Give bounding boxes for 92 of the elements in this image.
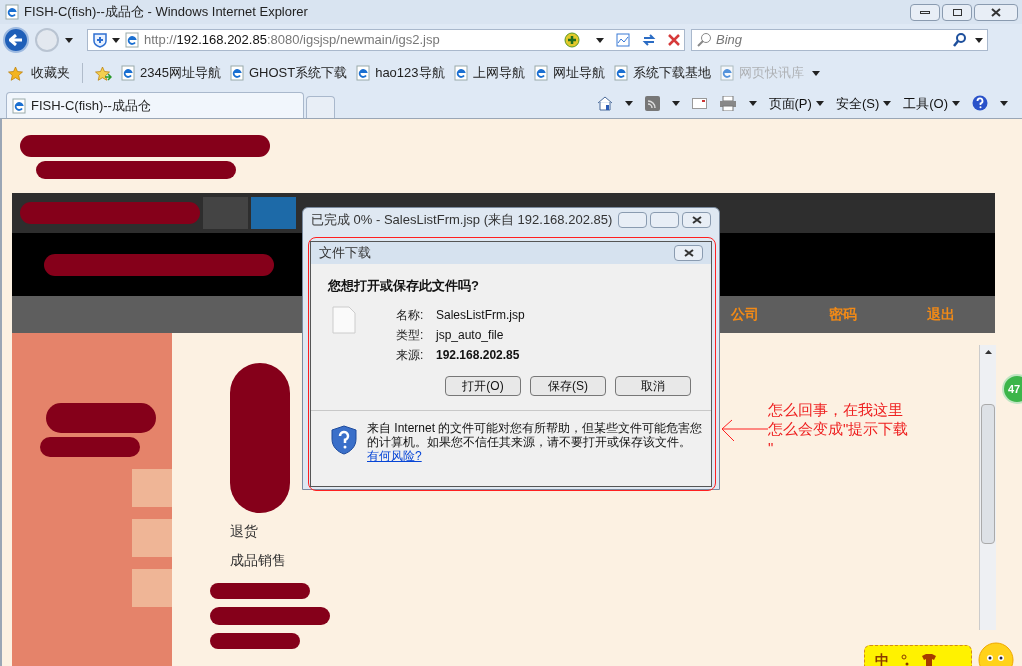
print-icon: [718, 95, 737, 111]
browser-page-icon: [612, 65, 629, 81]
browser-page-icon: [452, 65, 469, 81]
help-icon: [972, 95, 988, 112]
dialog-button[interactable]: 打开(O): [445, 375, 521, 396]
field-label: 类型:: [396, 326, 425, 344]
scroll-up-arrow-icon: [984, 350, 992, 354]
restore-button[interactable]: [942, 3, 972, 21]
favorite-link[interactable]: 2345网址导航: [120, 63, 221, 83]
search-icon: [953, 33, 967, 47]
caret-icon: [112, 37, 120, 43]
close-button[interactable]: [682, 212, 711, 228]
address-field[interactable]: http://192.168.202.85:8080/igsjsp/newmain/igs2.jsp: [87, 29, 685, 51]
annotation-text: ": [768, 438, 775, 457]
browser-page-icon: [124, 32, 140, 48]
field-label: 来源:: [396, 346, 425, 364]
close-button[interactable]: [674, 245, 703, 261]
close-button[interactable]: [974, 3, 1018, 21]
browser-page-icon: [228, 65, 245, 81]
field-value: 192.168.202.85: [436, 346, 520, 364]
caret-icon: [748, 100, 757, 106]
address-url: http://192.168.202.85:8080/igsjsp/newmain/igs2.jsp: [144, 31, 440, 50]
favorites-button[interactable]: 收藏夹: [31, 63, 70, 83]
caret-icon: [815, 100, 824, 106]
close-icon: [683, 249, 694, 257]
caret-icon: [671, 100, 680, 106]
favorite-link[interactable]: 网址导航: [532, 63, 605, 83]
shield-plus-icon: [92, 32, 108, 48]
minimize-button[interactable]: [910, 3, 940, 21]
caret-icon: [596, 37, 604, 43]
command-menu[interactable]: 安全(S): [835, 93, 892, 113]
command-menu[interactable]: 页面(P): [768, 93, 824, 113]
plus-badge-icon: [564, 32, 580, 48]
browser-tab[interactable]: FISH-C(fish)--成品仓: [6, 92, 304, 118]
menu-link[interactable]: 成品销售: [230, 550, 979, 571]
home-icon: [596, 95, 613, 112]
favorite-link[interactable]: 上网导航: [452, 63, 525, 83]
favorite-link[interactable]: GHOST系统下载: [228, 63, 348, 83]
compatibility-icon: [616, 33, 630, 47]
warning-text: 来自 Internet 的文件可能对您有所帮助，但某些文件可能危害您的计算机。如果您不信任其来源，请不要打开或保存该文件。 有何风险?: [367, 420, 704, 463]
field-value: SalesListFrm.jsp: [436, 306, 525, 324]
favorite-link[interactable]: hao123导航: [355, 63, 445, 83]
browser-page-icon: [355, 65, 372, 81]
shield-help-icon: [331, 424, 357, 455]
command-menu[interactable]: 工具(O): [903, 93, 960, 113]
annotation-text: 怎么会变成"提示下载: [768, 419, 909, 438]
back-button[interactable]: [3, 27, 29, 53]
dialog-question: 您想打开或保存此文件吗?: [328, 277, 480, 295]
floating-toolbar[interactable]: 中: [864, 645, 972, 666]
search-field[interactable]: Bing: [691, 29, 988, 51]
caret-icon: [624, 100, 633, 106]
stripe-decoration: [132, 569, 172, 607]
browser-page-icon: [120, 65, 136, 81]
search-icon: [696, 32, 712, 48]
back-arrow-icon: [9, 34, 23, 46]
browser-page-icon: [532, 65, 549, 81]
feed-icon: [644, 95, 660, 111]
caret-icon: [883, 100, 892, 106]
browser-page-icon: [4, 4, 20, 20]
dialog-button[interactable]: 保存(S): [530, 375, 606, 396]
shirt-icon: [921, 653, 937, 666]
window-title: FISH-C(fish)--成品仓 - Windows Internet Explorer: [24, 3, 308, 22]
stripe-decoration: [132, 519, 172, 557]
add-favorite-icon: [95, 65, 112, 81]
field-value: jsp_auto_file: [436, 326, 504, 344]
stripe-decoration: [132, 469, 172, 507]
scrollbar[interactable]: [979, 345, 996, 630]
mail-icon: [691, 97, 707, 109]
caret-icon: [811, 70, 820, 76]
progress-window-title: 已完成 0% - SalesListFrm.jsp (来自 192.168.202.85): [311, 211, 613, 230]
close-icon: [991, 7, 1001, 17]
caret-icon: [1000, 100, 1008, 106]
annotation-text: 怎么回事，在我这里: [768, 400, 904, 419]
refresh-icon: [642, 33, 656, 47]
scrollbar-thumb[interactable]: [981, 404, 995, 544]
browser-page-icon: [11, 97, 27, 114]
favorite-link[interactable]: 系统下载基地: [612, 63, 711, 83]
annotation-arrow: [720, 418, 768, 444]
browser-page-icon: [718, 65, 735, 81]
file-icon: [332, 305, 356, 334]
risk-link[interactable]: 有何风险?: [367, 448, 422, 463]
dots-icon: [901, 654, 909, 666]
field-label: 名称:: [396, 306, 425, 324]
caret-icon: [952, 100, 960, 106]
caret-icon: [65, 37, 73, 43]
dialog-button[interactable]: 取消: [615, 375, 691, 396]
stop-icon: [668, 34, 680, 46]
menu-link[interactable]: 退货: [230, 521, 979, 542]
star-icon: [8, 65, 23, 81]
dialog-title: 文件下载: [319, 244, 371, 263]
caret-icon: [975, 37, 983, 43]
close-icon: [691, 216, 702, 224]
